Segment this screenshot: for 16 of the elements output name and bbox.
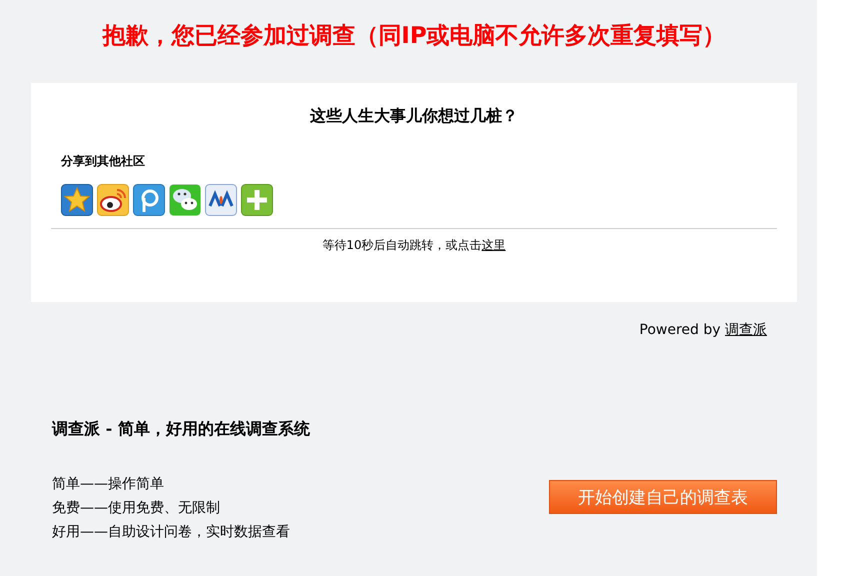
feature-line: 免费——使用免费、无限制 [52, 499, 221, 518]
plus-icon[interactable] [241, 184, 273, 216]
eye-logo-icon[interactable] [97, 184, 129, 216]
share-label: 分享到其他社区 [61, 153, 146, 170]
here-link[interactable]: 这里 [482, 238, 506, 252]
survey-title: 这些人生大事儿你想过几桩？ [309, 105, 519, 127]
redirect-message: 等待10秒后自动跳转，或点击这里 [321, 237, 507, 254]
people-logo-icon[interactable] [205, 184, 237, 216]
error-notice: 抱歉，您已经参加过调查（同IP或电脑不允许多次重复填写） [101, 21, 727, 51]
feature-line: 简单——操作简单 [52, 475, 165, 494]
powered-by-link[interactable]: 调查派 [725, 322, 767, 338]
feature-line: 好用——自助设计问卷，实时数据查看 [52, 523, 290, 542]
chat-bubbles-icon[interactable] [169, 184, 201, 216]
letter-p-icon[interactable] [133, 184, 165, 216]
powered-by-text: Powered by [639, 322, 721, 338]
promo-heading: 调查派 - 简单，好用的在线调查系统 [52, 419, 311, 440]
